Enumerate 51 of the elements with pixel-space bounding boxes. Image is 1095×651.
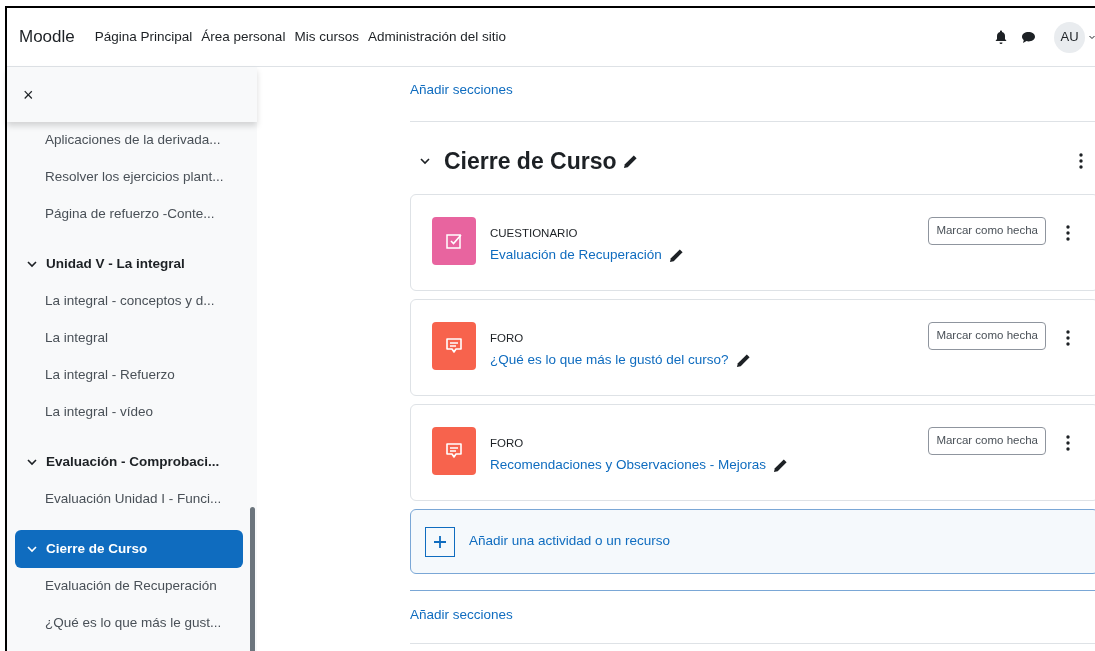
section-item[interactable]: Cierre de Curso xyxy=(15,530,243,568)
mark-done-button[interactable]: Marcar como hecha xyxy=(928,217,1046,245)
more-icon[interactable] xyxy=(1066,435,1070,451)
plus-icon xyxy=(434,535,446,548)
user-avatar[interactable]: AU xyxy=(1054,21,1085,53)
nav-link[interactable]: Mis cursos xyxy=(294,26,359,48)
more-icon[interactable] xyxy=(1066,225,1070,241)
chevron-icon[interactable] xyxy=(27,260,37,268)
site-brand[interactable]: Moodle xyxy=(19,24,75,50)
chat-icon[interactable] xyxy=(1021,30,1036,44)
scrollbar[interactable] xyxy=(250,507,255,651)
activity-link[interactable]: Aplicaciones de la derivada... xyxy=(15,122,243,159)
add-sections-link[interactable]: Añadir secciones xyxy=(410,82,513,97)
edit-icon[interactable] xyxy=(773,457,789,473)
section-item[interactable]: Unidad V - La integral xyxy=(15,245,243,283)
activity-link[interactable]: Evaluación Unidad I - Funci... xyxy=(15,481,243,518)
add-sections-link[interactable]: Añadir secciones xyxy=(410,607,513,622)
forum-icon xyxy=(432,322,476,370)
activity-link[interactable]: ¿Qué es lo que más le gustó del curso? xyxy=(490,350,729,371)
nav-link[interactable]: Página Principal xyxy=(94,26,193,48)
edit-icon[interactable] xyxy=(668,247,684,263)
notification-bell-icon[interactable] xyxy=(995,30,1007,44)
edit-icon[interactable] xyxy=(622,153,638,169)
mark-done-button[interactable]: Marcar como hecha xyxy=(928,322,1046,350)
activity-link[interactable]: Recomendaciones y Observaciones - Mejoras xyxy=(490,455,767,476)
edit-icon[interactable] xyxy=(735,352,751,368)
section-item[interactable]: Evaluación - Comprobaci... xyxy=(15,443,243,481)
activity-link[interactable]: La integral - conceptos y d... xyxy=(15,283,243,320)
nav-link[interactable]: Área personal xyxy=(201,26,286,48)
activity-link[interactable]: Resolver los ejercicios plant... xyxy=(15,159,243,196)
close-button[interactable]: × xyxy=(23,85,34,104)
more-icon[interactable] xyxy=(1079,153,1083,169)
mark-done-button[interactable]: Marcar como hecha xyxy=(928,427,1046,455)
activity-link[interactable]: Evaluación de Recuperación xyxy=(15,568,243,605)
forum-icon xyxy=(432,427,476,475)
activity-link[interactable]: ¿Qué es lo que más le gust... xyxy=(15,605,243,642)
quiz-icon xyxy=(432,217,476,265)
activity-link[interactable]: La integral - Refuerzo xyxy=(15,357,243,394)
nav-link[interactable]: Administración del sitio xyxy=(367,26,506,48)
chevron-icon[interactable] xyxy=(27,458,37,466)
activity-type: FORO xyxy=(490,331,525,346)
activity-type: FORO xyxy=(490,436,525,451)
activity-link[interactable]: Página de refuerzo -Conte... xyxy=(15,196,243,233)
activity-link[interactable]: La integral - vídeo xyxy=(15,394,243,431)
more-icon[interactable] xyxy=(1066,330,1070,346)
add-activity-button[interactable]: Añadir una actividad o un recurso xyxy=(410,509,1095,574)
activity-link[interactable]: La integral xyxy=(15,320,243,357)
section-title: Cierre de Curso xyxy=(444,146,617,176)
activity-type: CUESTIONARIO xyxy=(490,226,579,241)
chevron-icon[interactable] xyxy=(420,157,430,165)
activity-link[interactable]: Evaluación de Recuperación xyxy=(490,245,662,266)
